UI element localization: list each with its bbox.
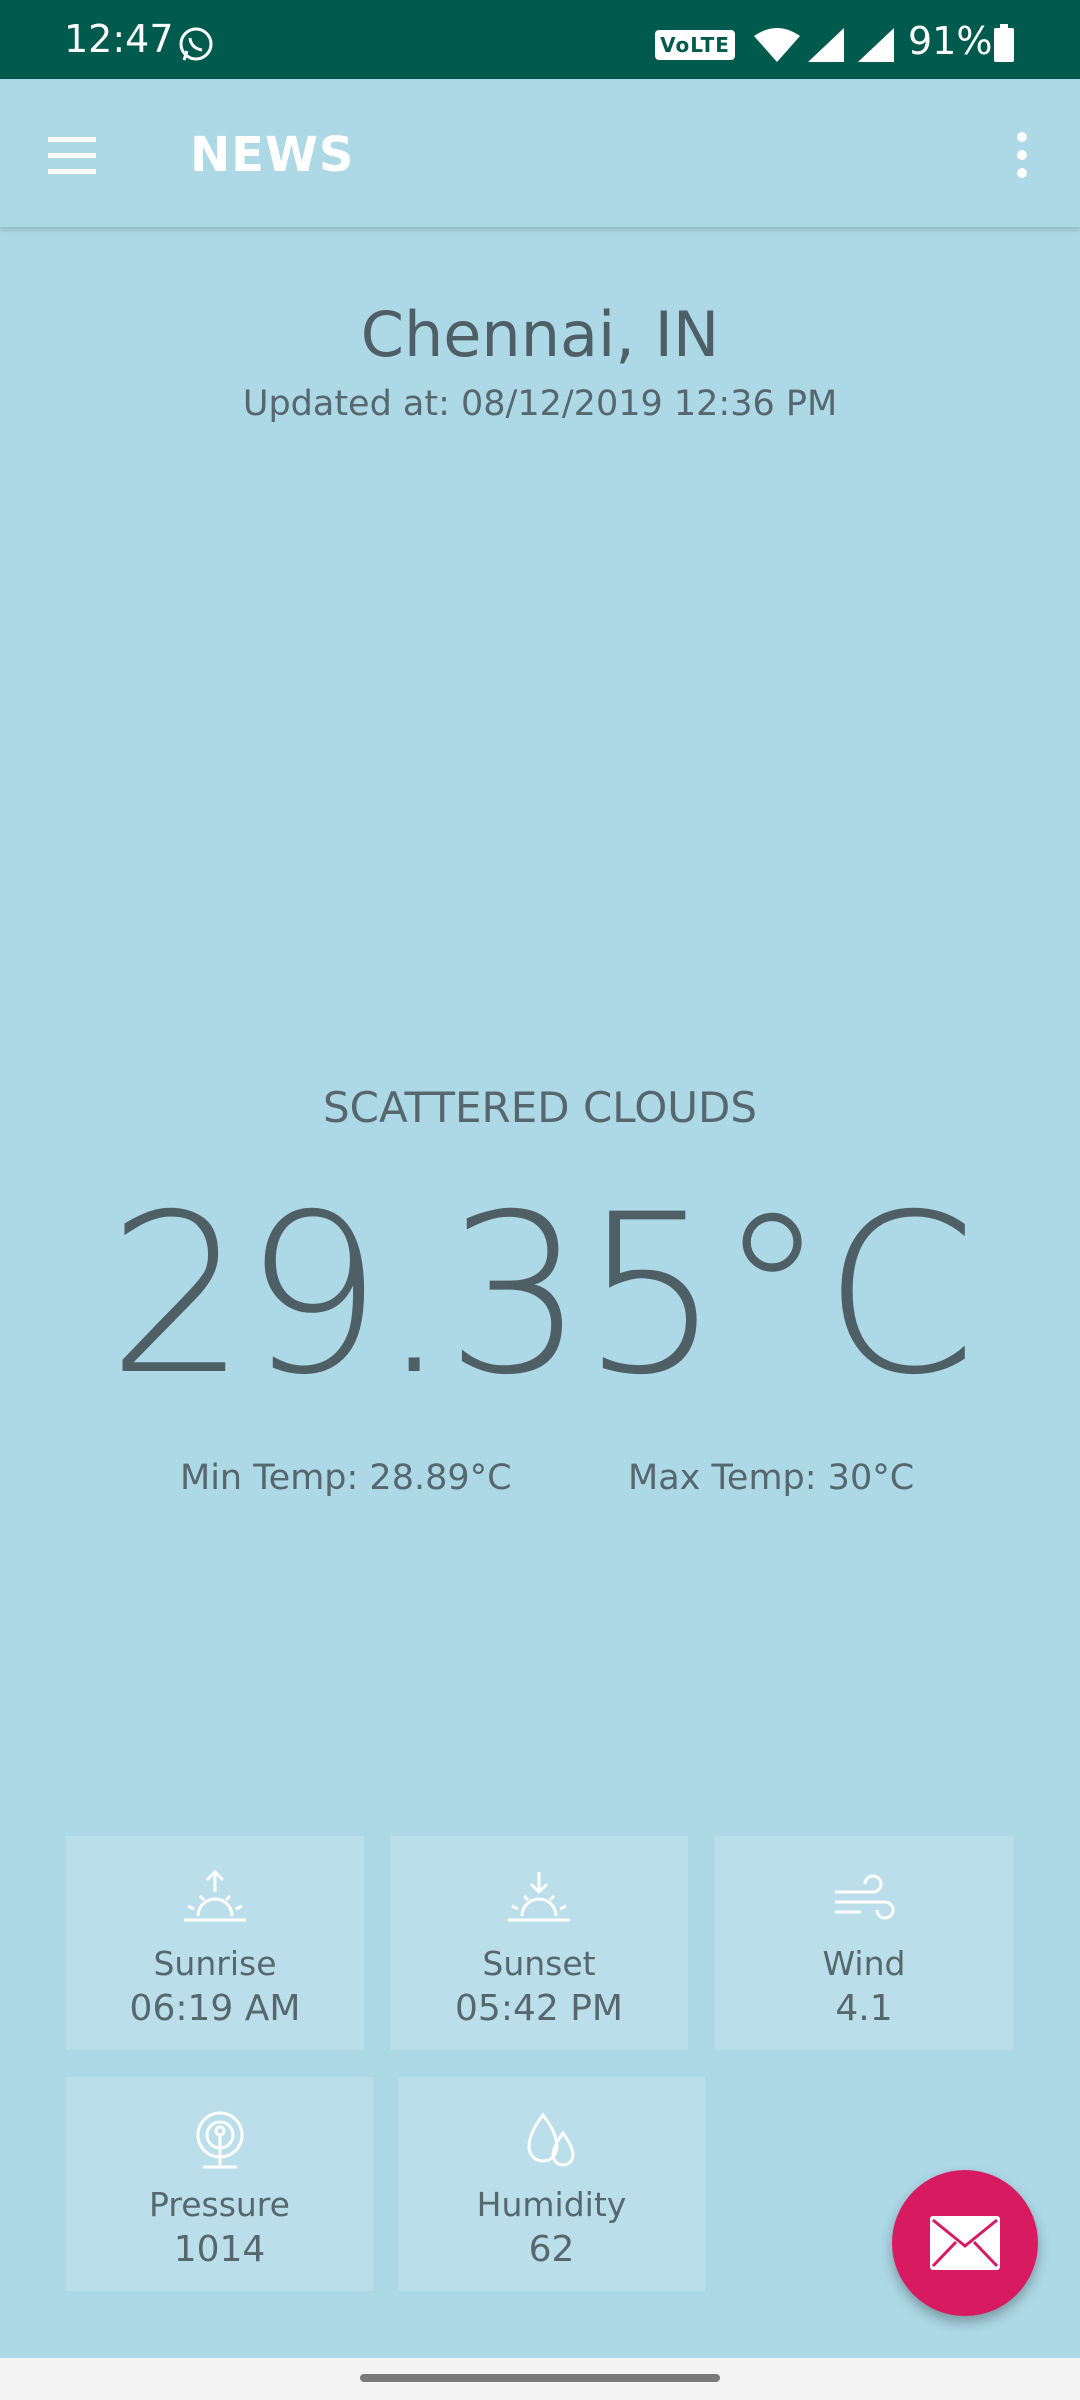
menu-icon[interactable] [40, 123, 104, 187]
status-bar: 12:47 VoLTE 91% [0, 0, 1080, 79]
wind-tile: Wind 4.1 [715, 1836, 1013, 2050]
status-time: 12:47 [64, 17, 174, 61]
max-temp: Max Temp: 30°C [628, 1458, 915, 1498]
more-options-icon[interactable] [1000, 123, 1044, 187]
app-bar: NEWS [0, 79, 1080, 227]
min-max-temperatures: Min Temp: 28.89°C Max Temp: 30°C [0, 1458, 1080, 1508]
sunset-label: Sunset [482, 1944, 596, 1983]
sunrise-tile: Sunrise 06:19 AM [66, 1836, 364, 2050]
updated-time: Updated at: 08/12/2019 12:36 PM [242, 384, 838, 424]
signal-roaming-icon [858, 28, 894, 62]
wind-label: Wind [822, 1944, 906, 1983]
humidity-icon [526, 2112, 575, 2167]
pressure-icon [196, 2111, 243, 2169]
sunrise-icon [184, 1869, 246, 1922]
humidity-label: Humidity [476, 2185, 627, 2224]
city-name: Chennai, IN [360, 298, 720, 371]
navigation-bar [0, 2358, 1080, 2400]
sunrise-label: Sunrise [153, 1944, 277, 1983]
wind-icon [835, 1874, 895, 1920]
wifi-icon [754, 28, 800, 62]
battery-percent: 91% [908, 19, 993, 63]
sunrise-value: 06:19 AM [129, 1988, 301, 2029]
sunset-icon [508, 1872, 570, 1922]
weather-status: SCATTERED CLOUDS [322, 1083, 757, 1132]
wind-value: 4.1 [835, 1988, 893, 2029]
home-gesture-handle[interactable] [360, 2374, 720, 2382]
mail-fab[interactable] [892, 2170, 1038, 2316]
pressure-label: Pressure [149, 2185, 290, 2224]
humidity-value: 62 [528, 2229, 575, 2270]
whatsapp-icon [179, 27, 213, 61]
humidity-tile: Humidity 62 [398, 2077, 705, 2291]
current-temperature: 29.35°C [107, 1167, 976, 1423]
pressure-tile: Pressure 1014 [66, 2077, 373, 2291]
pressure-value: 1014 [173, 2229, 266, 2270]
app-title: NEWS [190, 127, 355, 183]
signal-icon [808, 28, 844, 62]
battery-icon [994, 24, 1014, 62]
mail-icon [930, 2216, 1000, 2270]
sunset-value: 05:42 PM [455, 1988, 623, 2029]
volte-badge: VoLTE [655, 30, 735, 60]
min-temp: Min Temp: 28.89°C [180, 1458, 512, 1498]
sunset-tile: Sunset 05:42 PM [390, 1836, 688, 2050]
